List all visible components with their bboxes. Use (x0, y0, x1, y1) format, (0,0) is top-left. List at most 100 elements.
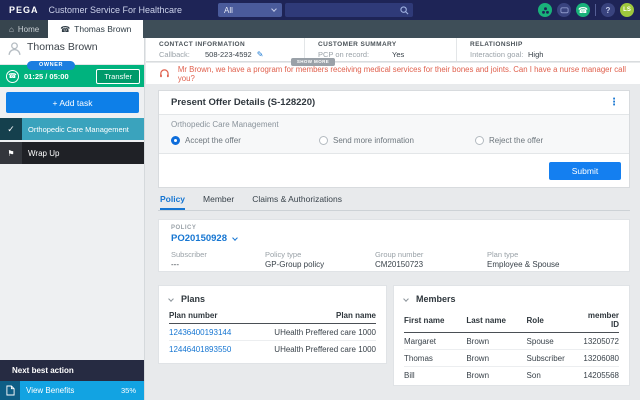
collapse-chevron-icon[interactable] (403, 296, 409, 302)
call-timer: 01:25 / 05:00 (24, 72, 69, 81)
member-role: Subscriber (527, 350, 579, 367)
interaction-sidebar: Thomas Brown OWNER ☎ 01:25 / 05:00 Trans… (0, 38, 145, 400)
kebab-menu-icon[interactable]: ⋮ (609, 97, 619, 108)
plan-type-label: Plan type (487, 250, 617, 259)
add-task-button[interactable]: + Add task (6, 92, 139, 113)
members-title: Members (416, 294, 456, 304)
plan-number-link[interactable]: 12436400193144 (169, 328, 231, 337)
home-icon: ⌂ (9, 25, 14, 34)
member-last-name: Brown (466, 333, 526, 350)
tab-interaction[interactable]: ☎ Thomas Brown (48, 20, 143, 38)
tab-claims-authorizations[interactable]: Claims & Authorizations (252, 194, 342, 210)
col-last-name: Last name (466, 309, 526, 333)
offer-label: View Benefits (26, 386, 74, 395)
members-table: First name Last name Role member ID Marg… (404, 309, 619, 383)
policy-number-link[interactable]: PO20150928 (171, 233, 227, 244)
main-content: CONTACT INFORMATION Callback: 508-223-45… (146, 38, 640, 400)
tab-policy[interactable]: Policy (160, 194, 185, 210)
member-first-name: Margaret (404, 333, 466, 350)
interaction-tab-label: Thomas Brown (74, 24, 131, 34)
member-last-name: Brown (466, 350, 526, 367)
chat-icon[interactable] (557, 3, 571, 17)
radio-unselected-icon (475, 136, 484, 145)
divider (595, 4, 596, 16)
table-row: 12446401893550 UHealth Preffered care 10… (169, 341, 376, 358)
show-more-button[interactable]: SHOW MORE (291, 58, 335, 66)
present-offer-card: Present Offer Details (S-128220) ⋮ Ortho… (158, 90, 630, 188)
call-icon: ☎ (60, 25, 70, 34)
radio-send-more-information[interactable]: Send more information (319, 136, 429, 145)
task-label: Wrap Up (28, 149, 59, 158)
radio-label: Accept the offer (185, 136, 241, 145)
pcp-value: Yes (392, 50, 404, 59)
relationship-group: RELATIONSHIP Interaction goal: High (456, 38, 640, 61)
home-tab-label: Home (18, 25, 39, 34)
subscriber-value: --- (171, 260, 265, 269)
plan-number-link[interactable]: 12446401893550 (169, 345, 231, 354)
tab-home[interactable]: ⌂ Home (0, 20, 48, 38)
contact-information-heading: CONTACT INFORMATION (159, 41, 304, 48)
col-role: Role (527, 309, 579, 333)
chevron-down-icon[interactable] (232, 235, 238, 241)
team-icon (541, 6, 550, 15)
radio-label: Send more information (333, 136, 414, 145)
transfer-button[interactable]: Transfer (96, 69, 140, 84)
app-window: PEGA Customer Service For Healthcare All (0, 0, 640, 400)
member-role: Spouse (527, 333, 579, 350)
edit-icon[interactable]: ✎ (257, 50, 264, 59)
col-plan-number: Plan number (169, 309, 248, 324)
person-icon (7, 41, 22, 56)
tab-member[interactable]: Member (203, 194, 234, 210)
subscriber-label: Subscriber (171, 250, 265, 259)
member-first-name: Thomas (404, 350, 466, 367)
relationship-heading: RELATIONSHIP (470, 41, 640, 48)
task-label: Orthopedic Care Management (28, 125, 129, 134)
radio-accept-offer[interactable]: Accept the offer (171, 136, 319, 145)
content-tabs: Policy Member Claims & Authorizations (158, 194, 630, 211)
search-icon[interactable] (400, 6, 409, 15)
customer-summary-heading: CUSTOMER SUMMARY (318, 41, 456, 48)
help-icon[interactable]: ? (601, 3, 615, 17)
member-id: 13206080 (578, 350, 619, 367)
plans-card: Plans Plan number Plan name 124364001931… (158, 285, 387, 364)
offer-options: Accept the offer Send more information R… (171, 136, 617, 145)
submit-button[interactable]: Submit (549, 162, 621, 180)
plan-name: UHealth Preffered care 1000 (248, 341, 376, 358)
plans-title: Plans (181, 294, 205, 304)
coaching-tip: Mr Brown, we have a program for members … (146, 63, 640, 84)
offer-view-benefits[interactable]: View Benefits 35% (0, 381, 144, 400)
search-input[interactable] (285, 3, 413, 17)
offer-subtitle: Orthopedic Care Management (171, 120, 617, 129)
flag-icon: ⚑ (0, 142, 22, 164)
radio-reject-offer[interactable]: Reject the offer (475, 136, 543, 145)
col-first-name: First name (404, 309, 466, 333)
search-scope-select[interactable]: All (218, 3, 282, 17)
policy-label: POLICY (171, 225, 617, 231)
interactions-icon[interactable] (538, 3, 552, 17)
offer-card-title: Present Offer Details (S-128220) (171, 97, 315, 108)
phone-icon[interactable]: ☎ (576, 3, 590, 17)
member-last-name: Brown (466, 367, 526, 384)
document-icon (0, 381, 20, 400)
col-member-id: member ID (578, 309, 619, 333)
customer-summary-bar: CONTACT INFORMATION Callback: 508-223-45… (146, 38, 640, 62)
collapse-chevron-icon[interactable] (168, 296, 174, 302)
user-avatar[interactable]: LS (620, 3, 634, 17)
plan-name: UHealth Preffered care 1000 (248, 324, 376, 341)
headset-icon (159, 68, 170, 79)
table-row: Margaret Brown Spouse 13205072 (404, 333, 619, 350)
search-scope-value: All (224, 6, 233, 15)
contact-information-group: CONTACT INFORMATION Callback: 508-223-45… (146, 38, 304, 61)
customer-profile: Thomas Brown OWNER (0, 38, 144, 65)
task-orthopedic-care-management[interactable]: ✓ Orthopedic Care Management (0, 118, 144, 140)
member-role: Son (527, 367, 579, 384)
table-row: 12436400193144 UHealth Preffered care 10… (169, 324, 376, 341)
call-phone-icon: ☎ (6, 70, 19, 83)
radio-selected-icon (171, 136, 180, 145)
coaching-tip-text: Mr Brown, we have a program for members … (178, 65, 640, 83)
table-row: Bill Brown Son 14205568 (404, 367, 619, 384)
task-wrap-up[interactable]: ⚑ Wrap Up (0, 142, 144, 164)
app-title: Customer Service For Healthcare (49, 5, 183, 15)
chat-bubble-icon (560, 6, 569, 15)
radio-unselected-icon (319, 136, 328, 145)
